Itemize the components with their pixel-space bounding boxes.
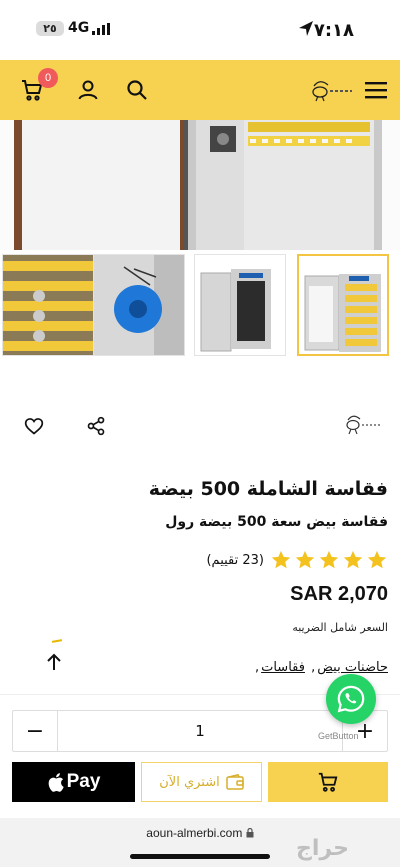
category-link-hatchers[interactable]: فقاسات [261, 660, 305, 675]
search-icon [127, 80, 147, 100]
tax-note: السعر شامل الضريبه [292, 621, 388, 634]
cart-count-badge: 0 [38, 68, 58, 88]
apple-logo-icon [48, 773, 64, 792]
category-separator: , [254, 660, 260, 675]
share-icon[interactable] [86, 416, 106, 436]
account-button[interactable] [72, 74, 104, 106]
quantity-input[interactable]: 1 [57, 711, 343, 751]
product-rating[interactable]: (23 تقييم) [206, 548, 388, 572]
whatsapp-icon [337, 685, 365, 713]
wishlist-heart-icon[interactable] [24, 416, 44, 436]
network-type: 4G [68, 20, 90, 36]
apple-pay-button[interactable]: Pay [12, 762, 135, 802]
star-icon [295, 550, 315, 569]
thumbnail-trays[interactable] [2, 254, 94, 356]
category-link-egg-incubators[interactable]: حاضنات بيض [317, 660, 388, 675]
star-icon [367, 550, 387, 569]
product-price: SAR 2,070 [290, 583, 388, 605]
category-separator: , [311, 660, 316, 675]
brand-logo[interactable] [306, 76, 354, 104]
lock-icon [246, 827, 254, 838]
rating-count[interactable]: (23 تقييم) [206, 553, 264, 568]
hamburger-menu-icon [365, 82, 387, 99]
product-title: فقاسة الشاملة 500 بيضة [148, 478, 388, 500]
buy-now-button[interactable]: اشتري الآن [141, 762, 262, 802]
buy-now-label: اشتري الآن [159, 774, 220, 790]
getbutton-label: GetButton [318, 731, 359, 741]
star-icon [319, 550, 339, 569]
battery-indicator: ٢٥ [36, 21, 64, 36]
apple-pay-label: Pay [66, 771, 101, 792]
user-icon [78, 80, 98, 100]
thumbnail-incubator-open[interactable] [194, 254, 286, 356]
star-icon [271, 550, 291, 569]
product-subtitle: فقاسة بيض سعة 500 بيضة رول [165, 514, 388, 530]
status-bar: ٢٥ 4G ٧:١٨ [0, 0, 400, 60]
star-icon [343, 550, 363, 569]
search-button[interactable] [121, 74, 153, 106]
wallet-icon [225, 774, 244, 790]
site-header: 0 [0, 60, 400, 120]
menu-button[interactable] [360, 74, 392, 106]
product-categories: حاضنات بيض, فقاسات, [253, 660, 388, 675]
status-time: ٧:١٨ [313, 20, 354, 41]
signal-icon [92, 23, 110, 35]
decrease-quantity-button[interactable]: − [13, 711, 57, 751]
home-indicator [130, 854, 270, 859]
thumbnail-fan[interactable] [93, 254, 185, 356]
decorative-mark [51, 639, 63, 643]
brand-logo-small [346, 415, 380, 435]
cart-icon [318, 772, 338, 792]
thumbnail-gallery [0, 254, 400, 358]
scroll-to-top-icon[interactable] [44, 652, 64, 672]
add-to-cart-button[interactable] [268, 762, 388, 802]
product-main-image[interactable] [0, 120, 400, 250]
url-domain: aoun-almerbi.com [146, 826, 243, 840]
watermark-logo: حراج [296, 836, 349, 861]
thumbnail-incubator-front[interactable] [297, 254, 389, 356]
location-arrow-icon [299, 21, 313, 36]
incubator-image [0, 120, 400, 250]
whatsapp-button[interactable] [326, 674, 376, 724]
